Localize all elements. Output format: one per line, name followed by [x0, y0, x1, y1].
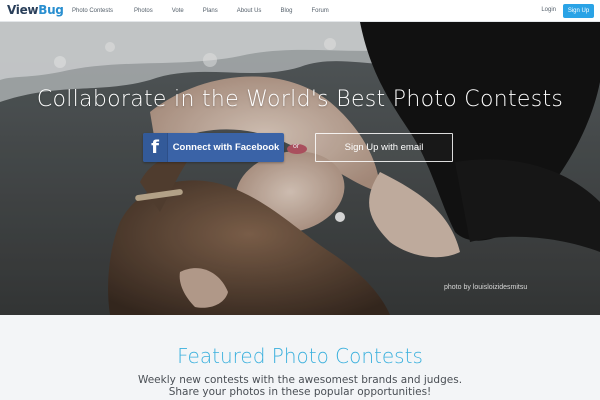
main-nav: Photo Contests Photos Vote Plans About U… — [72, 0, 348, 22]
hero-section: Collaborate in the World's Best Photo Co… — [0, 22, 600, 315]
hero-title: Collaborate in the World's Best Photo Co… — [36, 87, 564, 112]
login-link[interactable]: Login — [541, 7, 556, 13]
facebook-icon: f — [143, 133, 168, 162]
nav-forum[interactable]: Forum — [311, 8, 328, 14]
nav-about-us[interactable]: About Us — [237, 8, 262, 14]
signup-button[interactable]: Sign Up — [563, 4, 594, 18]
signup-email-button[interactable]: Sign Up with email — [315, 133, 453, 162]
featured-subtitle: Weekly new contests with the awesomest b… — [0, 374, 600, 398]
hero-background-photo — [0, 22, 600, 315]
nav-photos[interactable]: Photos — [134, 8, 153, 14]
featured-subtitle-line2: Share your photos in these popular oppor… — [168, 386, 432, 398]
featured-subtitle-line1: Weekly new contests with the awesomest b… — [137, 374, 463, 386]
nav-plans[interactable]: Plans — [203, 8, 218, 14]
nav-photo-contests[interactable]: Photo Contests — [72, 8, 113, 14]
viewbug-logo[interactable]: ViewBug — [7, 3, 64, 17]
connect-facebook-button[interactable]: f Connect with Facebook — [143, 133, 284, 162]
nav-vote[interactable]: Vote — [172, 8, 184, 14]
top-navbar: ViewBug Photo Contests Photos Vote Plans… — [0, 0, 600, 22]
featured-title: Featured Photo Contests — [177, 344, 423, 368]
or-separator: or — [293, 143, 300, 150]
photo-credit[interactable]: photo by louisloizidesmitsu — [444, 284, 527, 291]
nav-blog[interactable]: Blog — [280, 8, 292, 14]
facebook-button-label: Connect with Facebook — [172, 142, 280, 153]
featured-section: Featured Photo Contests Weekly new conte… — [0, 315, 600, 400]
